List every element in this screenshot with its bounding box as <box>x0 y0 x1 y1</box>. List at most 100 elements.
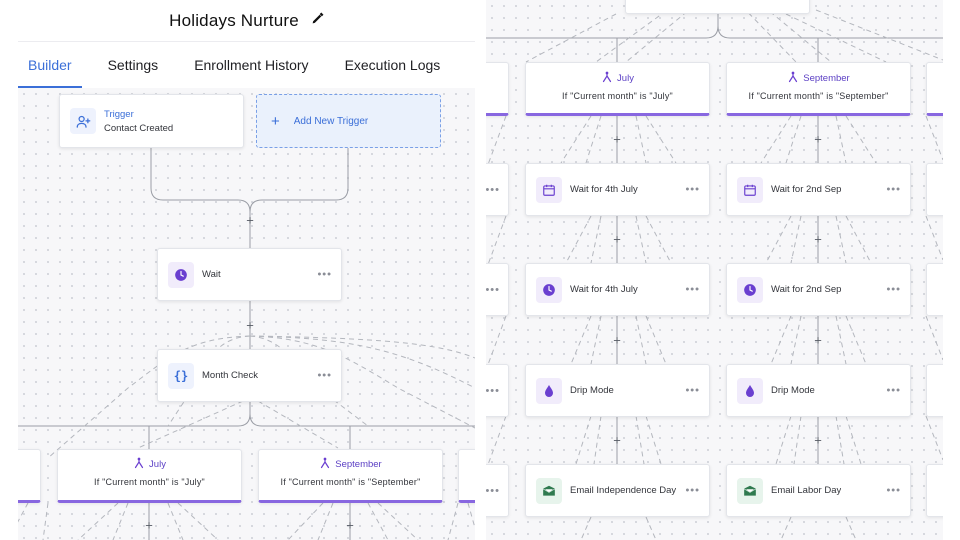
send-email-node[interactable]: Email Labor Day ••• <box>726 464 911 517</box>
add-step-plus[interactable]: + <box>814 434 822 447</box>
branch-card-partial[interactable] <box>18 449 41 503</box>
add-step-plus[interactable]: + <box>613 334 621 347</box>
clock-icon <box>168 261 194 288</box>
drip-mode-node[interactable]: Drip Mode ••• <box>525 364 710 417</box>
step-card-partial[interactable]: ••• <box>486 163 509 216</box>
branch-card-partial[interactable] <box>926 62 943 116</box>
builder-canvas[interactable]: July If "Current month" is "July" Septem… <box>486 0 943 540</box>
user-plus-icon <box>70 108 96 134</box>
drip-mode-node[interactable]: Drip Mode ••• <box>726 364 911 417</box>
step-card-partial[interactable] <box>926 464 943 517</box>
trigger-node[interactable]: Trigger Contact Created <box>59 94 244 148</box>
wait-node[interactable]: Wait for 2nd Sep ••• <box>726 263 911 316</box>
split-icon <box>601 71 613 86</box>
more-options-icon[interactable]: ••• <box>685 284 700 295</box>
month-check-node-partial[interactable] <box>625 0 810 14</box>
builder-header: Holidays Nurture Builder Settings Enroll… <box>18 0 475 88</box>
clock-icon <box>536 276 562 303</box>
step-label: Wait for 2nd Sep <box>771 284 842 295</box>
branch-july[interactable]: July If "Current month" is "July" <box>57 449 242 503</box>
more-options-icon[interactable]: ••• <box>886 184 901 195</box>
title-bar: Holidays Nurture <box>18 0 475 42</box>
branch-condition: If "Current month" is "July" <box>94 477 205 487</box>
step-card-partial[interactable] <box>926 263 943 316</box>
more-options-icon[interactable]: ••• <box>486 184 500 196</box>
add-step-plus[interactable]: + <box>613 434 621 447</box>
step-label: Drip Mode <box>771 385 815 396</box>
add-step-plus[interactable]: + <box>814 233 822 246</box>
braces-icon: {} <box>168 362 194 389</box>
calendar-icon <box>536 176 562 203</box>
more-options-icon[interactable]: ••• <box>486 485 500 497</box>
split-icon <box>133 457 145 472</box>
step-card-partial[interactable]: ••• <box>486 263 509 316</box>
more-options-icon[interactable]: ••• <box>886 485 901 496</box>
month-check-node[interactable]: {} Month Check ••• <box>157 349 342 402</box>
add-new-trigger-button[interactable]: + Add New Trigger <box>256 94 441 148</box>
send-email-node[interactable]: Email Independence Day ••• <box>525 464 710 517</box>
branch-condition: If "Current month" is "September" <box>748 91 889 101</box>
step-label: Drip Mode <box>570 385 614 396</box>
split-icon <box>319 457 331 472</box>
add-step-plus[interactable]: + <box>246 319 254 332</box>
add-trigger-label: Add New Trigger <box>293 115 369 127</box>
builder-canvas[interactable]: Trigger Contact Created + Add New Trigge… <box>18 88 475 540</box>
step-card-partial[interactable]: ••• <box>486 364 509 417</box>
more-options-icon[interactable]: ••• <box>317 269 332 280</box>
tab-builder[interactable]: Builder <box>18 57 82 88</box>
drop-icon <box>536 377 562 404</box>
step-label: Wait for 4th July <box>570 284 638 295</box>
more-options-icon[interactable]: ••• <box>886 284 901 295</box>
more-options-icon[interactable]: ••• <box>317 370 332 381</box>
tab-enrollment-history[interactable]: Enrollment History <box>184 57 318 88</box>
wait-node[interactable]: Wait ••• <box>157 248 342 301</box>
branch-september[interactable]: September If "Current month" is "Septemb… <box>726 62 911 116</box>
wait-node[interactable]: Wait for 4th July ••• <box>525 263 710 316</box>
email-icon <box>737 477 763 504</box>
drop-icon <box>737 377 763 404</box>
branch-september[interactable]: September If "Current month" is "Septemb… <box>258 449 443 503</box>
more-options-icon[interactable]: ••• <box>685 485 700 496</box>
add-step-plus[interactable]: + <box>814 334 822 347</box>
wait-label: Wait <box>202 269 221 280</box>
branch-card-partial[interactable] <box>458 449 475 503</box>
more-options-icon[interactable]: ••• <box>685 184 700 195</box>
add-step-plus[interactable]: + <box>145 519 153 532</box>
branch-july[interactable]: July If "Current month" is "July" <box>525 62 710 116</box>
pencil-icon[interactable] <box>311 12 324 30</box>
branch-name: September <box>335 459 382 470</box>
step-card-partial[interactable] <box>926 364 943 417</box>
more-options-icon[interactable]: ••• <box>486 385 500 397</box>
workflow-title: Holidays Nurture <box>169 10 299 30</box>
step-label: Email Independence Day <box>570 485 677 496</box>
branch-name: July <box>149 459 166 470</box>
tab-execution-logs[interactable]: Execution Logs <box>335 57 451 88</box>
step-label: Wait for 4th July <box>570 184 638 195</box>
email-icon <box>536 477 562 504</box>
step-label: Email Labor Day <box>771 485 842 496</box>
step-card-partial[interactable]: ••• <box>486 464 509 517</box>
add-step-plus[interactable]: + <box>613 133 621 146</box>
wait-date-node[interactable]: Wait for 2nd Sep ••• <box>726 163 911 216</box>
branch-name: September <box>803 73 850 84</box>
branch-card-partial[interactable] <box>486 62 509 116</box>
step-label: Wait for 2nd Sep <box>771 184 842 195</box>
trigger-title: Trigger <box>104 108 134 120</box>
tab-settings[interactable]: Settings <box>98 57 169 88</box>
plus-icon: + <box>271 112 280 130</box>
add-step-plus[interactable]: + <box>246 214 254 227</box>
add-step-plus[interactable]: + <box>613 233 621 246</box>
branch-condition: If "Current month" is "July" <box>562 91 673 101</box>
wait-date-node[interactable]: Wait for 4th July ••• <box>525 163 710 216</box>
more-options-icon[interactable]: ••• <box>486 284 500 296</box>
workflow-canvas-zoomed: July If "Current month" is "July" Septem… <box>486 0 943 540</box>
tab-bar: Builder Settings Enrollment History Exec… <box>18 42 456 88</box>
more-options-icon[interactable]: ••• <box>685 385 700 396</box>
more-options-icon[interactable]: ••• <box>886 385 901 396</box>
add-step-plus[interactable]: + <box>814 133 822 146</box>
add-step-plus[interactable]: + <box>346 519 354 532</box>
branch-condition: If "Current month" is "September" <box>280 477 421 487</box>
calendar-icon <box>737 176 763 203</box>
split-icon <box>787 71 799 86</box>
step-card-partial[interactable] <box>926 163 943 216</box>
